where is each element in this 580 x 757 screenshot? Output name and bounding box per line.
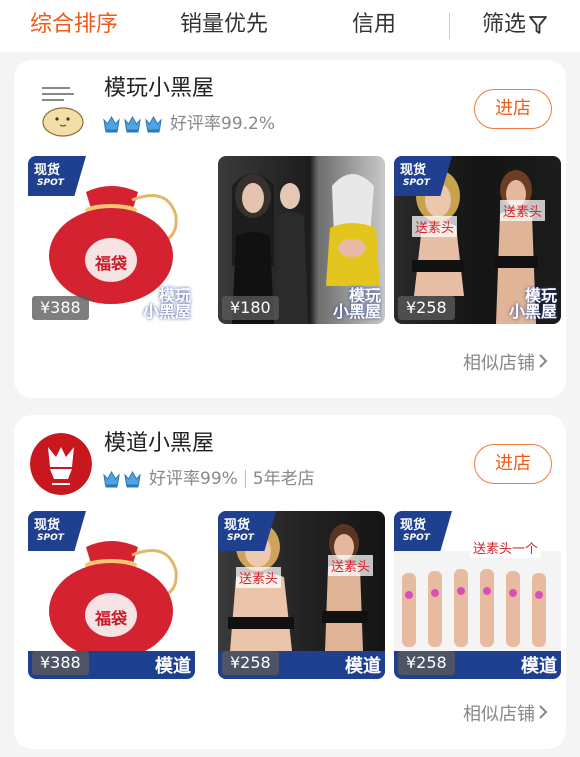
rating-divider [244,470,246,488]
product-item[interactable]: 送素头 送素头 现货 SPOT 模玩 小黑屋 ¥258 [394,156,561,324]
positive-rating: 好评率99% [149,469,238,489]
product-price: ¥258 [398,651,455,675]
shop-card[interactable]: 模道小黑屋 好评率99% 5年老店 进店 福袋 现货SPOT 模道 ¥388 [14,415,566,749]
product-price: ¥388 [32,296,89,320]
shop-avatar[interactable] [30,433,92,495]
product-row: 福袋 现货 SPOT 模道 ¥388 送素头 送素头 现货 SPOT 模道 ¥2… [28,511,562,679]
sort-sales-tab[interactable]: 销量优先 [180,10,268,40]
crown-icon [124,470,141,488]
similar-shops-label: 相似店铺 [463,704,535,725]
similar-shops-link[interactable]: 相似店铺 [463,352,548,376]
product-price: ¥180 [222,296,279,320]
enter-shop-button[interactable]: 进店 [474,89,552,129]
product-price: ¥258 [398,296,455,320]
brand-logo: 模道 [521,656,557,677]
sort-comprehensive-tab[interactable]: 综合排序 [30,10,118,40]
similar-shops-label: 相似店铺 [463,353,535,374]
crown-icon [103,470,120,488]
shop-card[interactable]: 模玩小黑屋 好评率99.2% 进店 福袋 现货SPOT 模玩小黑屋 ¥388 [14,60,566,398]
brand-logo: 模道 [155,656,191,677]
enter-shop-button[interactable]: 进店 [474,444,552,484]
product-price: ¥388 [32,651,89,675]
shop-avatar[interactable] [30,78,92,140]
product-item[interactable]: 模玩 小黑屋 ¥180 [218,156,385,324]
chevron-right-icon [539,354,548,368]
shop-rating-row: 好评率99.2% [102,112,275,136]
brand-logo: 模玩 小黑屋 [508,286,557,321]
crown-icon [145,115,162,133]
sort-credit-tab[interactable]: 信用 [352,10,396,40]
crown-icon [124,115,141,133]
product-item[interactable]: 福袋 现货 SPOT 模道 ¥388 [28,511,195,679]
shop-name[interactable]: 模道小黑屋 [104,429,214,459]
brand-logo: 模玩 小黑屋 [142,286,191,321]
red-mask-logo-avatar [30,433,92,495]
filter-button[interactable]: 筛选 [482,10,548,40]
shop-name[interactable]: 模玩小黑屋 [104,74,214,104]
bonus-tag: 送素头 [500,200,546,221]
bonus-tag: 送素头 [328,555,374,576]
product-item[interactable]: 送素头 送素头 现货 SPOT 模道 ¥258 [218,511,385,679]
bonus-tag: 送素头一个 [470,537,542,558]
bonus-tag: 送素头 [236,567,282,588]
product-row: 福袋 现货 SPOT 模玩 小黑屋 ¥388 模玩 小黑屋 ¥180 送素头 送… [28,156,562,324]
cartoon-seal-avatar [30,78,92,140]
bag-label: 福袋 [94,254,127,273]
positive-rating: 好评率99.2% [170,114,276,134]
bonus-tag: 送素头 [412,216,458,237]
product-price: ¥258 [222,651,279,675]
brand-logo: 模道 [345,656,381,677]
sort-divider [449,13,450,39]
product-item[interactable]: 福袋 现货 SPOT 模玩 小黑屋 ¥388 [28,156,195,324]
brand-logo: 模玩 小黑屋 [332,286,381,321]
bag-label: 福袋 [94,609,127,628]
crown-icon [103,115,120,133]
similar-shops-link[interactable]: 相似店铺 [463,703,548,727]
sort-bar: 综合排序 销量优先 信用 筛选 [0,0,580,52]
chevron-right-icon [539,705,548,719]
filter-label: 筛选 [482,12,527,37]
shop-age: 5年老店 [252,469,315,489]
product-item[interactable]: 送素头一个 现货 SPOT 模道 ¥258 [394,511,561,679]
shop-rating-row: 好评率99% 5年老店 [102,467,315,491]
funnel-icon [529,16,547,34]
